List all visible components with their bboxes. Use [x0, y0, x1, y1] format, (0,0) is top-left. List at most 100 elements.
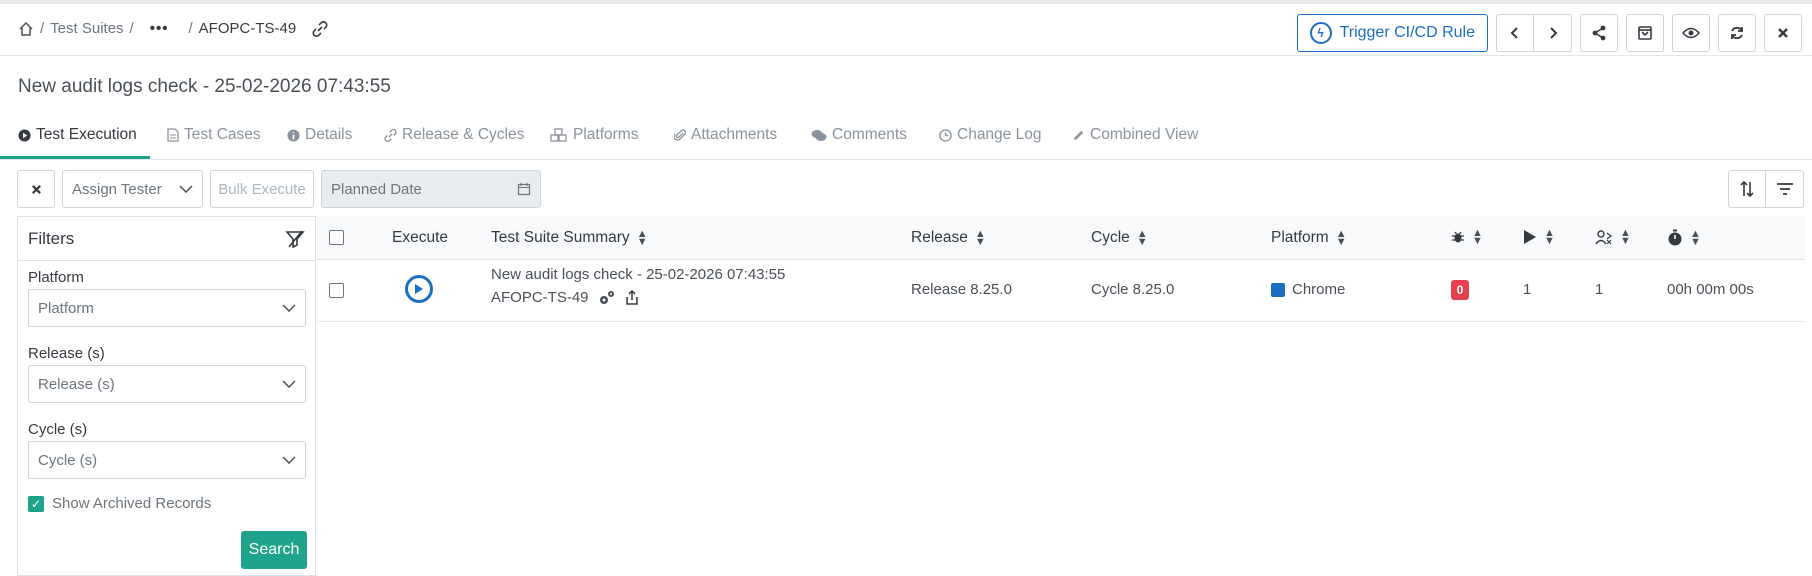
table-row: New audit logs check - 25-02-2026 07:43:…: [317, 260, 1805, 322]
sort-icon[interactable]: ▲ ▼: [1620, 228, 1631, 247]
tab-details[interactable]: Details: [287, 126, 352, 144]
file-icon: [167, 128, 179, 142]
user-assign-icon: [1595, 230, 1612, 245]
search-button[interactable]: Search: [241, 531, 307, 569]
tab-platforms[interactable]: Platforms: [550, 126, 638, 144]
sort-icon[interactable]: ▲ ▼: [1472, 228, 1483, 247]
cycle-filter-value: Cycle (s): [38, 451, 98, 469]
breadcrumb-test-suites[interactable]: Test Suites: [50, 20, 123, 37]
sort-icon[interactable]: ▲ ▼: [1336, 229, 1347, 248]
select-all-checkbox[interactable]: [329, 230, 344, 245]
tab-label: Attachments: [691, 126, 778, 143]
bulk-execute-button[interactable]: Bulk Execute: [210, 170, 314, 208]
release-filter-value: Release (s): [38, 375, 115, 393]
execute-button[interactable]: [405, 275, 433, 303]
cycle-filter-select[interactable]: Cycle (s): [28, 441, 306, 479]
play-icon: [1524, 230, 1536, 244]
clear-filter-icon[interactable]: [285, 229, 305, 248]
filter-lines-icon: [1776, 183, 1793, 195]
platform-name: Chrome: [1292, 281, 1346, 298]
tab-label: Change Log: [957, 126, 1042, 143]
col-assigned[interactable]: ▲ ▼: [1595, 228, 1631, 247]
clock-icon: [939, 128, 952, 142]
breadcrumb-separator: /: [188, 20, 193, 37]
checkbox-checked[interactable]: ✓: [28, 495, 44, 512]
page-title: New audit logs check - 25-02-2026 07:43:…: [18, 76, 391, 97]
play-icon: [415, 284, 423, 294]
close-icon: [1778, 28, 1788, 38]
sort-icon[interactable]: ▲ ▼: [1137, 229, 1148, 248]
show-archived-checkbox[interactable]: ✓ Show Archived Records: [28, 495, 211, 512]
close-icon: [31, 184, 41, 194]
release-filter-label: Release (s): [28, 345, 105, 362]
col-summary[interactable]: Test Suite Summary ▲ ▼: [491, 229, 648, 248]
col-duration[interactable]: ▲ ▼: [1667, 229, 1701, 248]
previous-button[interactable]: [1496, 14, 1534, 52]
external-link-icon: [1271, 282, 1285, 297]
duration-value: 00h 00m 00s: [1667, 281, 1754, 298]
bulk-execute-label: Bulk Execute: [218, 180, 306, 198]
release-filter-select[interactable]: Release (s): [28, 365, 306, 403]
watch-button[interactable]: [1672, 14, 1710, 52]
platform-filter-value: Platform: [38, 299, 94, 317]
sort-icon[interactable]: ▲ ▼: [1690, 229, 1701, 248]
info-icon: [287, 128, 300, 142]
col-execute-label: Execute: [392, 229, 449, 246]
share-export-icon[interactable]: [625, 289, 639, 306]
trigger-cicd-button[interactable]: ϟ Trigger CI/CD Rule: [1296, 14, 1488, 52]
view-tools: [1728, 170, 1804, 208]
header-actions: ϟ Trigger CI/CD Rule: [1296, 14, 1802, 52]
col-platform[interactable]: Platform ▲ ▼: [1271, 229, 1347, 248]
sort-toggle-button[interactable]: [1728, 170, 1766, 208]
paperclip-icon: [674, 129, 686, 141]
refresh-icon: [1731, 26, 1743, 40]
clear-selection-button[interactable]: [17, 170, 55, 208]
bolt-icon: ϟ: [1309, 22, 1332, 44]
tab-change-log[interactable]: Change Log: [939, 126, 1041, 144]
planned-date-input[interactable]: Planned Date: [321, 170, 541, 208]
platform-cell: Chrome: [1271, 281, 1345, 298]
show-archived-label: Show Archived Records: [52, 495, 212, 512]
defect-count-badge[interactable]: 0: [1451, 280, 1469, 300]
executions-table: Execute Test Suite Summary ▲ ▼ Release ▲ ▼…: [317, 216, 1805, 322]
calendar-icon: [517, 183, 531, 196]
assigned-count: 1: [1595, 281, 1604, 298]
search-button-label: Search: [248, 541, 300, 558]
pencil-icon: [1073, 130, 1084, 140]
suite-summary[interactable]: New audit logs check - 25-02-2026 07:43:…: [491, 266, 785, 283]
filters-header: Filters: [18, 217, 315, 261]
cycle-filter-label: Cycle (s): [28, 421, 88, 438]
platform-filter-select[interactable]: Platform: [28, 289, 306, 327]
tab-test-execution[interactable]: Test Execution: [18, 126, 137, 144]
assign-tester-select[interactable]: Assign Tester: [62, 170, 203, 208]
tab-comments[interactable]: Comments: [811, 126, 907, 144]
sort-icon[interactable]: ▲ ▼: [1544, 228, 1555, 247]
gears-icon[interactable]: [598, 290, 616, 306]
chevron-down-icon: [282, 380, 296, 388]
refresh-button[interactable]: [1718, 14, 1756, 52]
row-checkbox[interactable]: [329, 283, 344, 298]
col-platform-label: Platform: [1271, 229, 1329, 246]
tab-release-cycles[interactable]: Release & Cycles: [384, 126, 524, 144]
comments-icon: [811, 129, 827, 141]
suite-key[interactable]: AFOPC-TS-49: [491, 289, 589, 306]
col-cycle[interactable]: Cycle ▲ ▼: [1091, 229, 1148, 248]
tab-combined-view[interactable]: Combined View: [1072, 126, 1198, 144]
col-defects[interactable]: ▲ ▼: [1451, 228, 1483, 247]
home-icon[interactable]: [18, 21, 34, 37]
link-icon[interactable]: [312, 20, 328, 37]
breadcrumb-more[interactable]: •••: [150, 20, 169, 37]
archive-button[interactable]: [1626, 14, 1664, 52]
tab-label: Combined View: [1090, 126, 1199, 143]
col-release[interactable]: Release ▲ ▼: [911, 229, 986, 248]
close-button[interactable]: [1764, 14, 1802, 52]
sort-icon[interactable]: ▲ ▼: [975, 229, 986, 248]
share-button[interactable]: [1580, 14, 1618, 52]
sort-icon[interactable]: ▲ ▼: [637, 229, 648, 248]
col-executions[interactable]: ▲ ▼: [1523, 228, 1555, 247]
tab-attachments[interactable]: Attachments: [674, 126, 777, 144]
tab-test-cases[interactable]: Test Cases: [167, 126, 261, 144]
next-button[interactable]: [1534, 14, 1572, 52]
column-filter-button[interactable]: [1766, 170, 1804, 208]
summary-cell: New audit logs check - 25-02-2026 07:43:…: [491, 266, 785, 306]
